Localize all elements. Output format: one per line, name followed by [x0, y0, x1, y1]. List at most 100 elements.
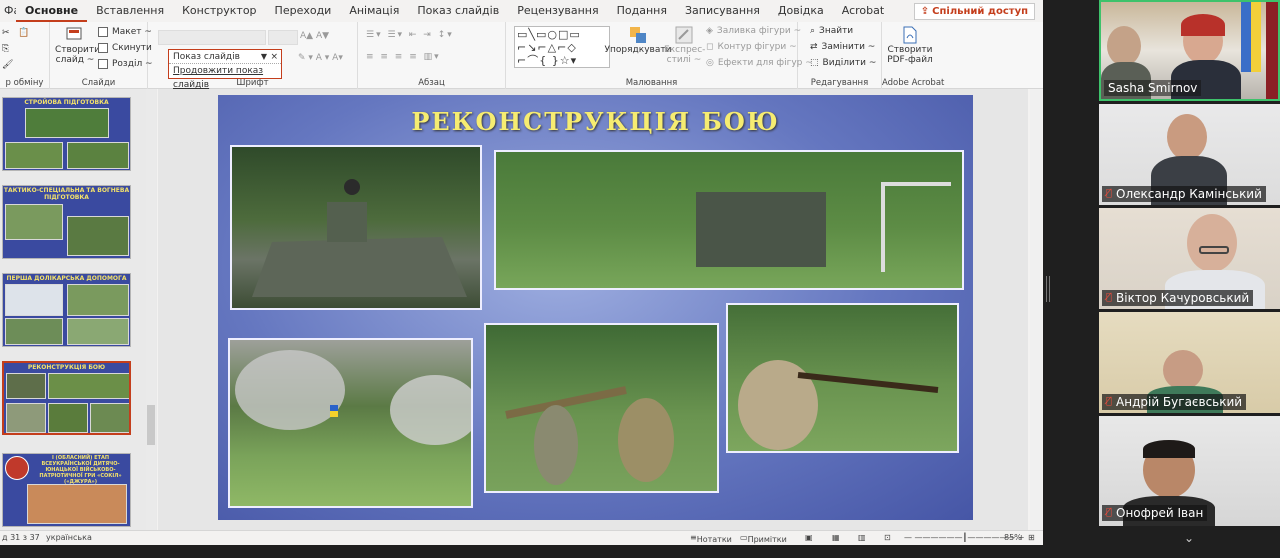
comments-button[interactable]: ▭ Примітки: [740, 533, 787, 544]
tab-record[interactable]: Записування: [676, 0, 769, 22]
thumbnail-photo: [90, 403, 129, 433]
font-size-input[interactable]: [268, 30, 298, 45]
clipboard-group-label: р обміну: [5, 78, 44, 88]
thumbnail-photo: [6, 373, 46, 399]
select-button[interactable]: ⬚ Виділити ~: [810, 58, 876, 68]
slides-group: Створити слайд ~ Макет ~ Скинути Розділ …: [50, 22, 153, 89]
slide-scrollbar[interactable]: [1030, 89, 1042, 530]
thumbnail-photo: [5, 142, 63, 169]
align-icons[interactable]: ≡ ≡ ≡ ≡ ▥▾: [366, 52, 441, 62]
panel-splitter-handle[interactable]: [1046, 276, 1050, 302]
tab-slideshow[interactable]: Показ слайдів: [408, 0, 508, 22]
participant-tile[interactable]: Sasha Smirnov: [1099, 0, 1280, 101]
close-icon[interactable]: ×: [270, 50, 278, 64]
reading-view-icon[interactable]: ▥: [858, 533, 866, 542]
find-button[interactable]: ⌕ Знайти: [810, 26, 853, 36]
acrobat-group-label: Adobe Acrobat: [882, 78, 945, 88]
participant-tile[interactable]: 🎙̸ Олександр Камінський: [1099, 104, 1280, 205]
acrobat-group: Створити PDF-файл Adobe Acrobat: [882, 22, 945, 89]
tab-review[interactable]: Рецензування: [508, 0, 607, 22]
slide-thumbnail[interactable]: І (ОБЛАСНИЙ) ЕТАП ВСЕУКРАЇНСЬКОЇ ДИТЯЧО-…: [2, 453, 131, 527]
replace-button[interactable]: ⇄ Замінити ~: [810, 42, 875, 52]
taskbar-strip: [0, 545, 1280, 558]
slide-thumbnail[interactable]: СТРОЙОВА ПІДГОТОВКА: [2, 97, 131, 171]
section-button[interactable]: Розділ ~: [98, 59, 153, 69]
layout-button[interactable]: Макет ~: [98, 27, 152, 37]
language-indicator[interactable]: українська: [46, 533, 92, 542]
arrange-button[interactable]: Упорядкувати: [605, 25, 671, 55]
shape-fill-icon: ◈: [706, 26, 713, 36]
quick-styles-button[interactable]: Експрес-стилі ~: [664, 25, 706, 65]
slide-counter: д 31 з 37: [2, 533, 40, 542]
mic-muted-icon: 🎙̸: [1106, 188, 1113, 199]
flag-decoration: [1251, 2, 1261, 72]
cut-icon[interactable]: ✂: [2, 28, 10, 38]
thumbnail-photo: [67, 284, 129, 316]
powerpoint-window: Файл Основне Вставлення Конструктор Пере…: [0, 0, 1043, 545]
tab-view[interactable]: Подання: [608, 0, 676, 22]
notes-button[interactable]: ≡ Нотатки: [690, 533, 732, 544]
quick-styles-label: Експрес-стилі ~: [664, 45, 706, 65]
list-icons[interactable]: ☰▾ ☰▾ ⇤ ⇥ ↕▾: [366, 30, 454, 40]
current-slide[interactable]: РЕКОНСТРУКЦІЯ БОЮ: [218, 95, 973, 520]
continue-slideshow-option[interactable]: Продовжити показ слайдів: [169, 64, 281, 90]
chevron-down-icon[interactable]: ⌄: [1184, 531, 1194, 545]
shape-fill-label: Заливка фігури ~: [716, 26, 802, 36]
normal-view-icon[interactable]: ▣: [805, 533, 813, 542]
paste-icon[interactable]: 📋: [18, 28, 29, 38]
font-name-input[interactable]: [158, 30, 266, 45]
reset-button[interactable]: Скинути: [98, 43, 152, 53]
participant-video: [1187, 214, 1237, 272]
tab-file[interactable]: Файл: [0, 0, 16, 22]
thumbnail-photo: [6, 403, 46, 433]
section-label: Розділ ~: [112, 59, 153, 69]
fit-slide-icon[interactable]: ⊞: [1028, 533, 1035, 542]
zoom-level[interactable]: 85%: [1004, 533, 1022, 542]
tab-help[interactable]: Довідка: [769, 0, 833, 22]
new-slide-button[interactable]: Створити слайд ~: [54, 25, 100, 65]
share-button[interactable]: ⇪ Спільний доступ: [913, 3, 1035, 20]
slide-thumbnail-selected[interactable]: РЕКОНСТРУКЦІЯ БОЮ: [2, 361, 131, 435]
shape-outline-icon: ◻: [706, 42, 714, 52]
participant-tile[interactable]: 🎙̸ Віктор Качуровський: [1099, 208, 1280, 309]
font-grow-icon[interactable]: A▲ A▼: [300, 31, 329, 41]
thumbnails-scrollbar[interactable]: [146, 89, 156, 530]
tab-insert[interactable]: Вставлення: [87, 0, 173, 22]
participant-tile[interactable]: 🎙̸ Онофрей Іван: [1099, 416, 1280, 526]
shape-fill-button[interactable]: ◈ Заливка фігури ~: [706, 26, 801, 36]
tab-design[interactable]: Конструктор: [173, 0, 265, 22]
create-pdf-label: Створити PDF-файл: [887, 45, 933, 65]
tab-acrobat[interactable]: Acrobat: [833, 0, 893, 22]
shape-outline-button[interactable]: ◻ Контур фігури ~: [706, 42, 797, 52]
comments-label: Примітки: [747, 535, 787, 544]
slide-title: РЕКОНСТРУКЦІЯ БОЮ: [411, 107, 780, 136]
thumbnail-title: РЕКОНСТРУКЦІЯ БОЮ: [27, 364, 106, 371]
copy-icon[interactable]: ⎘: [2, 44, 9, 54]
text-format-icons[interactable]: ✎ ▾ A ▾ A▾: [298, 53, 343, 63]
shape-effects-button[interactable]: ◎ Ефекти для фігур ~: [706, 58, 813, 68]
shapes-gallery[interactable]: ▭╲▭○□▭ ⌐↘⌐△⌐◇ ⌐⌒{ }☆▾: [514, 26, 610, 68]
tab-home[interactable]: Основне: [16, 0, 88, 22]
slideshow-dropdown[interactable]: Показ слайдів ▼ × Продовжити показ слайд…: [168, 49, 282, 90]
clipboard-group: ✂ ⎘ 🖌 📋 р обміну: [0, 22, 50, 89]
participant-name: Олександр Камінський: [1116, 187, 1262, 201]
tab-transitions[interactable]: Переходи: [266, 0, 341, 22]
participant-name-tag: 🎙̸ Андрій Бугаєвський: [1102, 394, 1247, 410]
scrollbar-thumb[interactable]: [147, 405, 155, 445]
chevron-down-icon[interactable]: ▼: [261, 50, 267, 64]
slideshow-view-icon[interactable]: ⊡: [884, 533, 891, 542]
slide-sorter-icon[interactable]: ▦: [832, 533, 840, 542]
create-pdf-button[interactable]: Створити PDF-файл: [884, 25, 936, 65]
tab-animations[interactable]: Анімація: [340, 0, 408, 22]
slide-thumbnail[interactable]: ТАКТИКО-СПЕЦІАЛЬНА ТА ВОГНЕВА ПІДГОТОВКА: [2, 185, 131, 259]
thumbnail-title: ПЕРША ДОЛІКАРСЬКА ДОПОМОГА: [6, 275, 127, 282]
format-painter-icon[interactable]: 🖌: [2, 60, 13, 70]
section-icon: [98, 59, 108, 69]
ribbon: ✂ ⎘ 🖌 📋 р обміну Створити слайд ~ Макет …: [0, 22, 1043, 89]
photo-grenade-launcher: [484, 323, 719, 493]
apc-illustration: [252, 179, 467, 297]
slideshow-option[interactable]: Показ слайдів ▼ ×: [169, 50, 281, 64]
slide-thumbnail[interactable]: ПЕРША ДОЛІКАРСЬКА ДОПОМОГА: [2, 273, 131, 347]
participant-video: [1143, 440, 1195, 458]
participant-tile[interactable]: 🎙̸ Андрій Бугаєвський: [1099, 312, 1280, 413]
